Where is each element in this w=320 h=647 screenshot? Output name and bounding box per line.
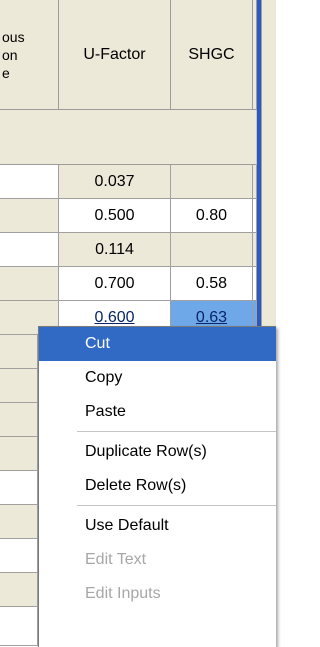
ufactor-cell[interactable]: 0.114: [59, 233, 171, 267]
table-row-left-cell[interactable]: [0, 403, 38, 437]
table-row-left-cell[interactable]: [0, 437, 38, 471]
column-header-shgc[interactable]: SHGC: [171, 0, 253, 110]
ufactor-cell[interactable]: 0.700: [59, 267, 171, 301]
ufactor-cell[interactable]: 0.037: [59, 165, 171, 199]
shgc-cell[interactable]: 0.80: [171, 199, 253, 233]
table-row-left-cell[interactable]: [0, 199, 59, 233]
menu-item-paste[interactable]: Paste: [39, 395, 276, 429]
column-header-partial[interactable]: ous on e: [0, 0, 59, 110]
shgc-cell[interactable]: [171, 165, 253, 199]
table-row-left-cell[interactable]: [0, 505, 38, 539]
table-row-left-cell[interactable]: [0, 165, 59, 199]
shgc-cell[interactable]: [171, 233, 253, 267]
column-header-ufactor[interactable]: U-Factor: [59, 0, 171, 110]
shgc-cell[interactable]: 0.58: [171, 267, 253, 301]
menu-item-edit-text: Edit Text: [85, 551, 147, 568]
table-row-left-cell[interactable]: [0, 607, 38, 646]
ufactor-cell[interactable]: 0.500: [59, 199, 171, 233]
menu-item-cut[interactable]: Cut: [39, 327, 276, 361]
menu-item-use-default[interactable]: Use Default: [39, 509, 276, 543]
menu-separator: [77, 505, 276, 506]
table-row-left-cell[interactable]: [0, 539, 38, 573]
shgc-selected-text: 0.63: [195, 308, 228, 326]
table-row-left-cell[interactable]: [0, 267, 59, 301]
context-menu: Cut Copy Paste Duplicate Row(s) Delete R…: [38, 326, 276, 647]
menu-item-copy[interactable]: Copy: [39, 361, 276, 395]
ufactor-selected-text: 0.600: [94, 308, 135, 326]
menu-item-edit-inputs: Edit Inputs: [85, 585, 161, 602]
table-row-left-cell[interactable]: [0, 369, 38, 403]
menu-separator: [77, 431, 276, 432]
menu-item-delete-rows[interactable]: Delete Row(s): [39, 469, 276, 503]
table-row-left-cell[interactable]: [0, 335, 38, 369]
menu-item-duplicate-rows[interactable]: Duplicate Row(s): [39, 435, 276, 469]
table-row-left-cell[interactable]: [0, 471, 38, 505]
table-row-left-cell[interactable]: [0, 233, 59, 267]
group-row: [0, 110, 257, 165]
table-row-left-cell[interactable]: [0, 573, 38, 607]
